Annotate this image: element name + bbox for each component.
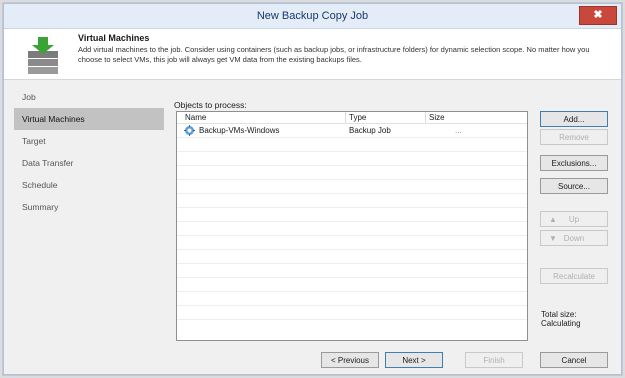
vm-server-icon: [28, 37, 58, 74]
section-heading: Virtual Machines: [78, 33, 150, 43]
table-row: [177, 292, 527, 306]
row-size: ...: [455, 126, 462, 135]
table-row: [177, 208, 527, 222]
arrow-up-icon: ▲: [549, 215, 557, 224]
table-row: [177, 264, 527, 278]
column-header-name[interactable]: Name: [185, 113, 206, 122]
wizard-header: Virtual Machines Add virtual machines to…: [4, 29, 621, 80]
backup-job-icon: [184, 125, 195, 136]
table-row: [177, 306, 527, 320]
arrow-down-icon: ▼: [549, 234, 557, 243]
table-row: [177, 278, 527, 292]
objects-table[interactable]: Name Type Size Backup-VMs-Windows Backup…: [176, 111, 528, 341]
exclusions-button[interactable]: Exclusions...: [540, 155, 608, 171]
total-size-label: Total size:: [541, 310, 577, 319]
close-button[interactable]: ✖: [579, 6, 617, 25]
table-row: [177, 180, 527, 194]
cancel-button[interactable]: Cancel: [540, 352, 608, 368]
row-name: Backup-VMs-Windows: [199, 126, 280, 135]
section-description: Add virtual machines to the job. Conside…: [78, 45, 590, 64]
table-row: [177, 138, 527, 152]
column-divider[interactable]: [345, 112, 346, 123]
nav-item-schedule[interactable]: Schedule: [14, 174, 164, 196]
row-type: Backup Job: [349, 126, 391, 135]
wizard-window: New Backup Copy Job ✖ Virtual Machines A…: [3, 3, 622, 375]
column-header-size[interactable]: Size: [429, 113, 445, 122]
next-button[interactable]: Next >: [385, 352, 443, 368]
nav-item-virtual-machines[interactable]: Virtual Machines: [14, 108, 164, 130]
nav-item-data-transfer[interactable]: Data Transfer: [14, 152, 164, 174]
nav-item-target[interactable]: Target: [14, 130, 164, 152]
down-label: Down: [563, 234, 585, 243]
up-label: Up: [568, 215, 580, 224]
remove-button[interactable]: Remove: [540, 129, 608, 145]
objects-label: Objects to process:: [174, 100, 247, 110]
table-row[interactable]: Backup-VMs-Windows Backup Job ...: [177, 124, 527, 138]
table-header: Name Type Size: [177, 112, 527, 124]
table-row: [177, 236, 527, 250]
table-row: [177, 250, 527, 264]
total-size: Total size: Calculating: [541, 310, 581, 328]
column-header-type[interactable]: Type: [349, 113, 366, 122]
wizard-nav: Job Virtual Machines Target Data Transfe…: [14, 86, 164, 218]
title-bar[interactable]: New Backup Copy Job ✖: [4, 4, 621, 29]
down-button[interactable]: ▼ Down: [540, 230, 608, 246]
column-divider[interactable]: [425, 112, 426, 123]
source-button[interactable]: Source...: [540, 178, 608, 194]
table-row: [177, 166, 527, 180]
window-title: New Backup Copy Job: [256, 10, 369, 22]
table-row: [177, 222, 527, 236]
add-button[interactable]: Add...: [540, 111, 608, 127]
previous-button[interactable]: < Previous: [321, 352, 379, 368]
up-button[interactable]: ▲ Up: [540, 211, 608, 227]
total-size-value: Calculating: [541, 319, 581, 328]
table-row: [177, 194, 527, 208]
recalculate-button[interactable]: Recalculate: [540, 268, 608, 284]
nav-item-job[interactable]: Job: [14, 86, 164, 108]
nav-item-summary[interactable]: Summary: [14, 196, 164, 218]
table-row: [177, 152, 527, 166]
finish-button[interactable]: Finish: [465, 352, 523, 368]
